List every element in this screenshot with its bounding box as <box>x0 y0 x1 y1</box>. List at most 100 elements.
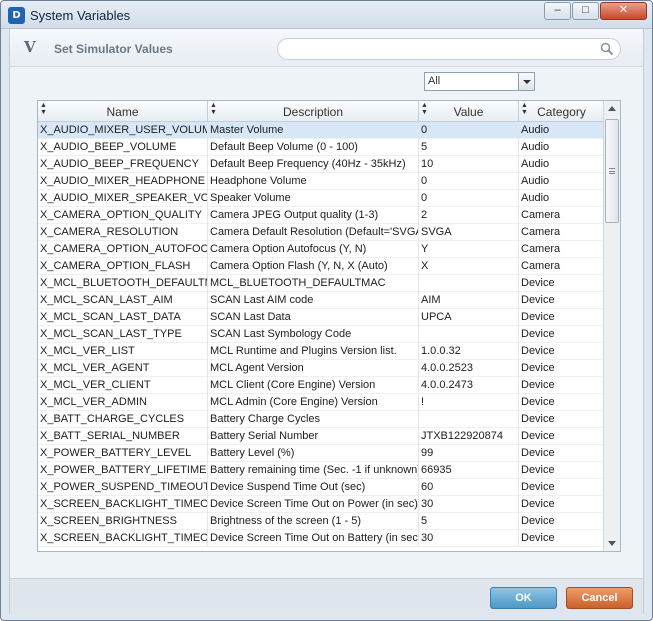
column-header-category[interactable]: ▲ ▼ Category <box>519 101 604 122</box>
cell-category: Audio <box>521 192 550 204</box>
cell-description: Headphone Volume <box>208 173 419 190</box>
close-button[interactable]: ✕ <box>600 2 647 20</box>
search-box[interactable] <box>277 38 621 60</box>
grip-icon <box>609 168 615 174</box>
search-icon[interactable] <box>600 42 614 56</box>
table-row[interactable]: X_CAMERA_OPTION_QUALITY Camera JPEG Outpu… <box>38 207 604 224</box>
search-input[interactable] <box>288 42 588 57</box>
cell-category: Device <box>521 396 555 408</box>
table-row[interactable]: X_POWER_BATTERY_LIFETIME Battery remainin… <box>38 462 604 479</box>
cell-category: Device <box>521 481 555 493</box>
cell-description: Battery Charge Cycles <box>208 411 419 428</box>
table-row[interactable]: X_AUDIO_MIXER_USER_VOLUME Master Volume 0 A… <box>38 122 604 139</box>
cell-name: X_SCREEN_BACKLIGHT_TIMEOUT_BATT <box>38 530 208 547</box>
cell-description: Default Beep Frequency (40Hz - 35kHz) <box>208 156 419 173</box>
cell-name: X_MCL_SCAN_LAST_DATA <box>38 309 208 326</box>
cell-category: Device <box>521 515 555 527</box>
cell-value: 0 <box>419 190 519 207</box>
cell-description: Brightness of the screen (1 - 5) <box>208 513 419 530</box>
cell-description: MCL Agent Version <box>208 360 419 377</box>
cell-value: 30 <box>419 530 519 547</box>
grid-header: ▲ ▼ Name ▲ ▼ Description ▲ ▼ Value ▲ ▼ Categ… <box>38 101 604 122</box>
cell-description: Device Suspend Time Out (sec) <box>208 479 419 496</box>
table-row[interactable]: X_SCREEN_BACKLIGHT_TIMEOUT Device Screen … <box>38 496 604 513</box>
table-row[interactable]: X_MCL_VER_LIST MCL Runtime and Plugins Ve… <box>38 343 604 360</box>
cell-name: X_MCL_BLUETOOTH_DEFAULTMAC <box>38 275 208 292</box>
cell-value: 1.0.0.32 <box>419 343 519 360</box>
cell-category: Device <box>521 532 555 544</box>
dialog-content: V Set Simulator Values All ▲ ▼ Name ▲ ▼ … <box>9 29 644 614</box>
table-row[interactable]: X_BATT_SERIAL_NUMBER Battery Serial Numbe… <box>38 428 604 445</box>
cell-value: 10 <box>419 156 519 173</box>
cell-value: 5 <box>419 139 519 156</box>
cell-value: UPCA <box>419 309 519 326</box>
table-row[interactable]: X_POWER_BATTERY_LEVEL Battery Level (%) 99… <box>38 445 604 462</box>
table-row[interactable]: X_CAMERA_RESOLUTION Camera Default Resolu… <box>38 224 604 241</box>
table-row[interactable]: X_BATT_CHARGE_CYCLES Battery Charge Cycle… <box>38 411 604 428</box>
sort-arrows-icon: ▲ ▼ <box>421 102 428 116</box>
table-row[interactable]: X_AUDIO_BEEP_FREQUENCY Default Beep Frequ… <box>38 156 604 173</box>
column-header-value[interactable]: ▲ ▼ Value <box>419 101 519 122</box>
cell-name: X_SCREEN_BACKLIGHT_TIMEOUT <box>38 496 208 513</box>
cell-name: X_MCL_VER_CLIENT <box>38 377 208 394</box>
minimize-button[interactable]: – <box>544 2 571 20</box>
table-row[interactable]: X_MCL_SCAN_LAST_TYPE SCAN Last Symbology … <box>38 326 604 343</box>
table-row[interactable]: X_MCL_BLUETOOTH_DEFAULTMACMCL_BLUETOOTH_… <box>38 275 604 292</box>
table-row[interactable]: X_AUDIO_MIXER_SPEAKER_VOLUMESpeaker Volu… <box>38 190 604 207</box>
cell-category: Device <box>521 413 555 425</box>
scroll-thumb[interactable] <box>605 119 619 223</box>
cell-category: Device <box>521 430 555 442</box>
table-row[interactable]: X_CAMERA_OPTION_AUTOFOCUS Camera Option A… <box>38 241 604 258</box>
cell-name: X_POWER_BATTERY_LEVEL <box>38 445 208 462</box>
cell-description: Speaker Volume <box>208 190 419 207</box>
column-header-name[interactable]: ▲ ▼ Name <box>38 101 208 122</box>
table-row[interactable]: X_MCL_SCAN_LAST_AIM SCAN Last AIM code AIM… <box>38 292 604 309</box>
cell-value: 99 <box>419 445 519 462</box>
table-row[interactable]: X_POWER_SUSPEND_TIMEOUT Device Suspend Ti… <box>38 479 604 496</box>
table-row[interactable]: X_MCL_VER_AGENT MCL Agent Version 4.0.0.25… <box>38 360 604 377</box>
v-logo: V <box>24 38 36 56</box>
table-row[interactable]: X_CAMERA_OPTION_FLASH Camera Option Flash… <box>38 258 604 275</box>
filter-selected-value: All <box>428 75 441 87</box>
scroll-down-arrow-icon[interactable] <box>604 535 620 551</box>
table-row[interactable]: X_MCL_VER_ADMIN MCL Admin (Core Engine) V… <box>38 394 604 411</box>
cell-value: 4.0.0.2473 <box>419 377 519 394</box>
header-title: Set Simulator Values <box>54 42 173 56</box>
cell-value: AIM <box>419 292 519 309</box>
system-variables-window: D System Variables – □ ✕ V Set Simulator… <box>0 0 653 621</box>
cell-name: X_SCREEN_BRIGHTNESS <box>38 513 208 530</box>
title-bar[interactable]: D System Variables – □ ✕ <box>1 1 652 29</box>
ok-button[interactable]: OK <box>490 587 557 609</box>
cell-category: Audio <box>521 175 550 187</box>
category-filter-select[interactable]: All <box>424 72 535 91</box>
cell-name: X_AUDIO_MIXER_HEADPHONE <box>38 173 208 190</box>
chevron-down-icon[interactable] <box>518 73 534 90</box>
cell-name: X_CAMERA_RESOLUTION <box>38 224 208 241</box>
cell-description: MCL Runtime and Plugins Version list. <box>208 343 419 360</box>
column-header-description[interactable]: ▲ ▼ Description <box>208 101 419 122</box>
app-icon: D <box>8 7 25 24</box>
cell-category: Camera <box>521 226 561 238</box>
cell-value: 66935 <box>419 462 519 479</box>
table-row[interactable]: X_AUDIO_MIXER_HEADPHONE Headphone Volume 0… <box>38 173 604 190</box>
cell-category: Device <box>521 328 555 340</box>
cell-value: 5 <box>419 513 519 530</box>
cancel-button[interactable]: Cancel <box>566 587 633 609</box>
cell-name: X_BATT_SERIAL_NUMBER <box>38 428 208 445</box>
scroll-up-arrow-icon[interactable] <box>604 101 620 117</box>
window-title: System Variables <box>30 8 131 23</box>
maximize-button[interactable]: □ <box>572 2 599 20</box>
cell-name: X_CAMERA_OPTION_AUTOFOCUS <box>38 241 208 258</box>
sort-arrows-icon: ▲ ▼ <box>40 102 47 116</box>
cell-description: Battery Serial Number <box>208 428 419 445</box>
table-row[interactable]: X_SCREEN_BACKLIGHT_TIMEOUT_BATTDevice Sc… <box>38 530 604 547</box>
table-row[interactable]: X_MCL_VER_CLIENT MCL Client (Core Engine)… <box>38 377 604 394</box>
table-row[interactable]: X_MCL_SCAN_LAST_DATA SCAN Last Data UPCA De… <box>38 309 604 326</box>
table-row[interactable]: X_SCREEN_BRIGHTNESS Brightness of the scr… <box>38 513 604 530</box>
table-row[interactable]: X_AUDIO_BEEP_VOLUME Default Beep Volume (… <box>38 139 604 156</box>
vertical-scrollbar[interactable] <box>603 101 620 551</box>
cell-category: Audio <box>521 141 550 153</box>
cell-description: Device Screen Time Out on Power (in sec) <box>208 496 419 513</box>
cell-description: MCL Admin (Core Engine) Version <box>208 394 419 411</box>
sort-arrows-icon: ▲ ▼ <box>210 102 217 116</box>
